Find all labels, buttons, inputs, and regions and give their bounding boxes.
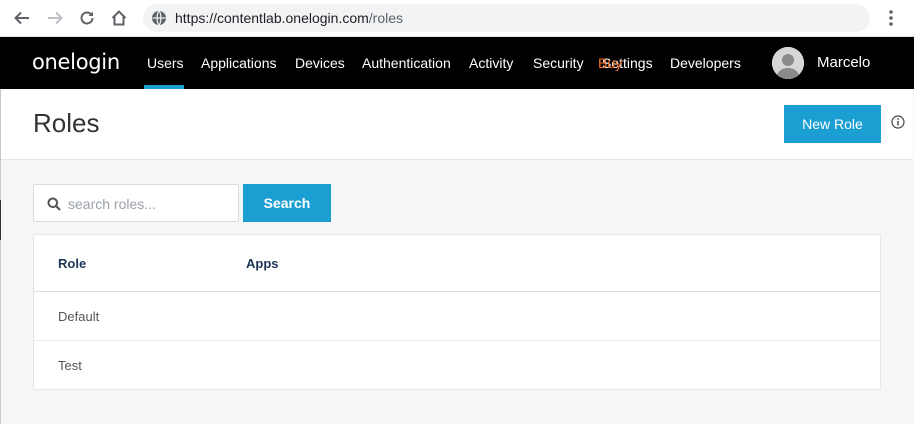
user-name[interactable]: Marcelo bbox=[817, 54, 870, 71]
address-bar[interactable]: https://contentlab.onelogin.com/roles bbox=[143, 4, 870, 32]
forward-icon[interactable] bbox=[44, 7, 66, 29]
browser-toolbar: https://contentlab.onelogin.com/roles bbox=[0, 0, 914, 37]
info-icon[interactable] bbox=[891, 115, 905, 129]
nav-activity[interactable]: Activity bbox=[469, 55, 513, 71]
reload-icon[interactable] bbox=[76, 7, 98, 29]
role-name-cell[interactable]: Default bbox=[58, 309, 99, 324]
url-text: https://contentlab.onelogin.com/roles bbox=[175, 10, 403, 26]
column-header-apps[interactable]: Apps bbox=[246, 256, 279, 271]
roles-table: Role Apps Default Test bbox=[33, 234, 881, 390]
url-path: /roles bbox=[368, 10, 404, 26]
search-box[interactable] bbox=[33, 184, 239, 222]
nav-devices[interactable]: Devices bbox=[295, 55, 345, 71]
url-host: https://contentlab.onelogin.com bbox=[175, 10, 369, 26]
search-icon bbox=[47, 197, 61, 211]
user-avatar[interactable] bbox=[772, 47, 804, 79]
nav-applications[interactable]: Applications bbox=[201, 55, 277, 71]
avatar-person-icon bbox=[772, 47, 804, 79]
more-menu-icon[interactable] bbox=[882, 8, 900, 28]
new-role-button[interactable]: New Role bbox=[784, 105, 881, 143]
top-navigation: onelogin Users Applications Devices Auth… bbox=[0, 37, 914, 89]
nav-security[interactable]: Security bbox=[533, 55, 584, 71]
onelogin-logo[interactable]: onelogin bbox=[32, 50, 120, 74]
buy-overlay-label[interactable]: Buy bbox=[598, 55, 622, 71]
column-header-role[interactable]: Role bbox=[58, 256, 86, 271]
page-title: Roles bbox=[33, 108, 100, 138]
table-header: Role Apps bbox=[34, 235, 880, 292]
search-input[interactable] bbox=[68, 194, 233, 214]
nav-developers[interactable]: Developers bbox=[670, 55, 741, 71]
window-edge-dark bbox=[0, 200, 1, 240]
role-name-cell[interactable]: Test bbox=[58, 358, 82, 373]
globe-icon bbox=[152, 10, 166, 26]
page-header: Roles New Role bbox=[1, 89, 913, 160]
window-edge bbox=[0, 89, 1, 424]
home-icon[interactable] bbox=[108, 7, 130, 29]
table-row[interactable]: Test bbox=[34, 341, 880, 390]
back-icon[interactable] bbox=[11, 7, 33, 29]
search-button[interactable]: Search bbox=[243, 184, 331, 222]
table-row[interactable]: Default bbox=[34, 292, 880, 341]
nav-authentication[interactable]: Authentication bbox=[362, 55, 451, 71]
nav-users[interactable]: Users bbox=[147, 55, 184, 71]
